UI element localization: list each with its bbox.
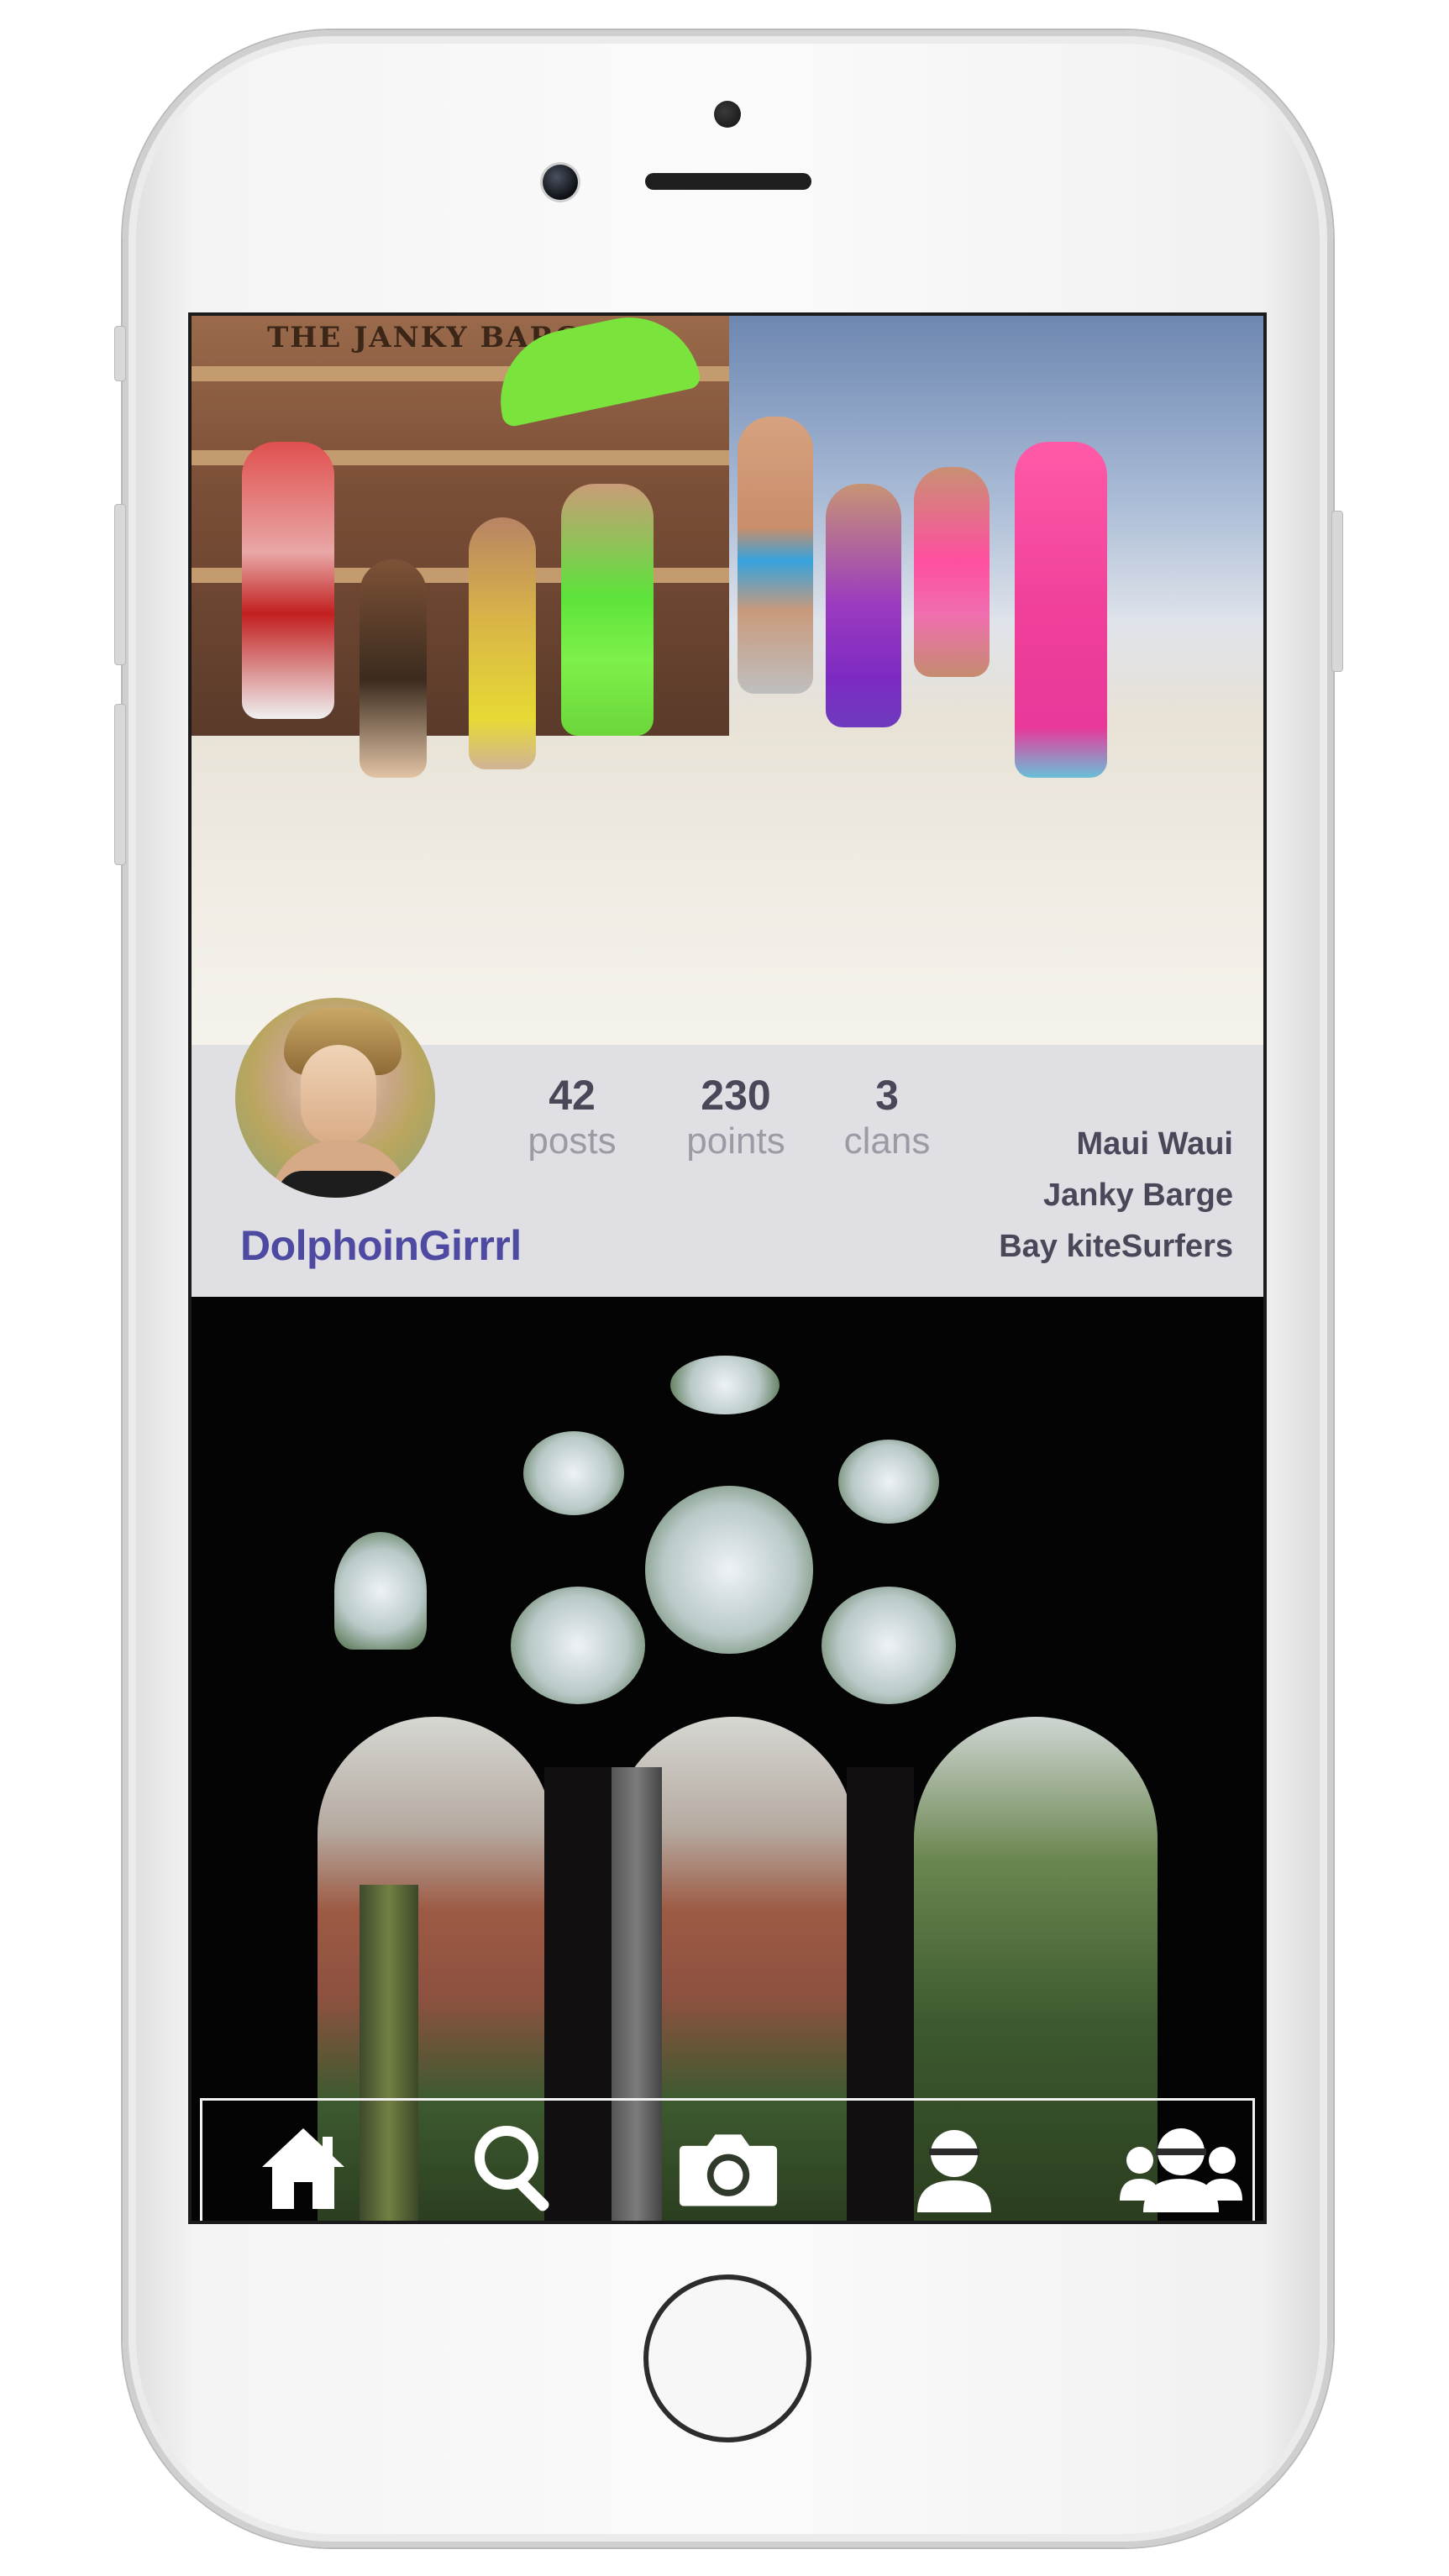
- tab-profile[interactable]: [904, 2122, 1005, 2215]
- tab-bar: [200, 2098, 1255, 2221]
- volume-up-button: [114, 504, 126, 665]
- clans-label: clans: [843, 1120, 931, 1162]
- proximity-sensor: [714, 101, 741, 128]
- tracery-opening: [838, 1440, 939, 1524]
- tab-search[interactable]: [467, 2122, 568, 2215]
- tracery-opening: [645, 1486, 813, 1654]
- avatar[interactable]: [235, 998, 435, 1198]
- power-button: [1331, 511, 1343, 672]
- user-icon: [917, 2130, 991, 2212]
- cover-photo: THE JANKY BARGE: [192, 316, 1263, 1045]
- stat-posts[interactable]: 42 posts: [509, 1070, 635, 1162]
- front-camera: [543, 165, 578, 200]
- tab-clans[interactable]: [1118, 2122, 1244, 2215]
- person: [826, 484, 901, 727]
- clan-list: Maui Waui Janky Barge Bay kiteSurfers: [999, 1119, 1233, 1272]
- tracery-opening: [523, 1431, 624, 1515]
- tracery-opening: [334, 1532, 427, 1650]
- username: DolphoinGirrrl: [240, 1222, 522, 1269]
- stat-points[interactable]: 230 points: [656, 1070, 816, 1162]
- clan-link[interactable]: Maui Waui: [999, 1119, 1233, 1170]
- tracery-opening: [511, 1587, 645, 1704]
- person: [469, 517, 536, 769]
- volume-down-button: [114, 704, 126, 865]
- points-count: 230: [701, 1072, 771, 1119]
- screen: THE JANKY BARGE 42 posts 230 points 3 cl…: [188, 312, 1267, 2224]
- camera-icon: [679, 2134, 778, 2206]
- tracery-opening: [670, 1356, 780, 1414]
- group-icon: [1120, 2128, 1242, 2212]
- tab-camera[interactable]: [678, 2122, 779, 2215]
- clan-link[interactable]: Bay kiteSurfers: [999, 1221, 1233, 1272]
- person: [561, 484, 654, 736]
- clan-link[interactable]: Janky Barge: [999, 1170, 1233, 1221]
- stat-clans[interactable]: 3 clans: [816, 1070, 958, 1162]
- home-icon: [262, 2128, 344, 2209]
- mute-switch: [114, 326, 126, 381]
- profile-header: 42 posts 230 points 3 clans Maui Waui Ja…: [192, 998, 1263, 1297]
- points-label: points: [686, 1120, 785, 1162]
- person: [1015, 442, 1107, 778]
- person: [914, 467, 990, 677]
- person: [360, 559, 427, 778]
- person: [242, 442, 334, 719]
- tracery-opening: [822, 1587, 956, 1704]
- tab-home[interactable]: [253, 2122, 354, 2215]
- posts-count: 42: [549, 1072, 596, 1119]
- home-button[interactable]: [643, 2274, 811, 2442]
- person: [738, 417, 813, 694]
- posts-label: posts: [528, 1120, 617, 1162]
- clans-count: 3: [875, 1072, 899, 1119]
- feed-photo[interactable]: [192, 1297, 1263, 2221]
- earpiece-speaker: [645, 173, 811, 190]
- search-icon: [475, 2126, 549, 2211]
